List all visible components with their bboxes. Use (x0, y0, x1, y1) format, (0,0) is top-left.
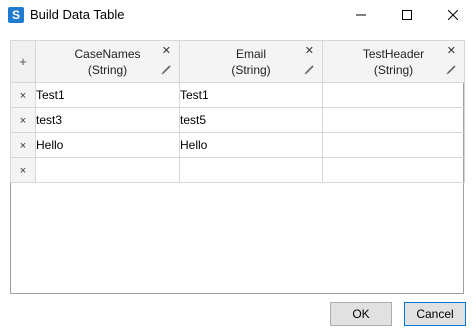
data-grid: + CaseNames (String) ✕ Email (String) ✕ … (10, 40, 465, 183)
cancel-button[interactable]: Cancel (404, 302, 466, 326)
column-header-casenames[interactable]: CaseNames (String) ✕ (35, 40, 180, 83)
table-cell[interactable]: test5 (179, 107, 323, 133)
table-cell[interactable] (179, 157, 323, 183)
column-header-testheader[interactable]: TestHeader (String) ✕ (322, 40, 465, 83)
table-cell[interactable]: test3 (35, 107, 180, 133)
column-type: (String) (231, 62, 271, 77)
column-name: CaseNames (74, 46, 141, 61)
column-name: Email (235, 46, 266, 61)
plus-icon: + (19, 53, 27, 69)
edit-column-icon[interactable] (161, 64, 172, 75)
column-name: TestHeader (362, 46, 425, 61)
close-icon (448, 10, 458, 20)
table-cell[interactable] (322, 107, 465, 133)
table-cell[interactable] (322, 132, 465, 158)
column-type: (String) (87, 62, 128, 77)
delete-row-icon: × (19, 140, 27, 152)
header-row: + CaseNames (String) ✕ Email (String) ✕ … (10, 40, 465, 83)
edit-column-icon[interactable] (304, 64, 315, 75)
table-row: × test3 test5 (10, 107, 465, 133)
maximize-button[interactable] (384, 0, 430, 30)
table-cell[interactable]: Test1 (179, 82, 323, 108)
column-header-email[interactable]: Email (String) ✕ (179, 40, 323, 83)
table-row: × Test1 Test1 (10, 82, 465, 108)
edit-column-icon[interactable] (446, 64, 457, 75)
delete-column-icon[interactable]: ✕ (447, 46, 456, 57)
minimize-icon (356, 14, 366, 16)
delete-row-button[interactable]: × (10, 157, 36, 183)
ok-button[interactable]: OK (330, 302, 392, 326)
delete-column-icon[interactable]: ✕ (162, 46, 171, 57)
table-cell[interactable] (35, 157, 180, 183)
column-type: (String) (373, 62, 414, 77)
table-cell[interactable]: Hello (179, 132, 323, 158)
minimize-button[interactable] (338, 0, 384, 30)
app-logo-icon: S (8, 7, 24, 23)
table-cell[interactable] (322, 82, 465, 108)
delete-row-icon: × (19, 115, 27, 127)
delete-row-icon: × (19, 165, 27, 177)
delete-row-button[interactable]: × (10, 107, 36, 133)
close-button[interactable] (430, 0, 474, 30)
delete-row-button[interactable]: × (10, 132, 36, 158)
table-cell[interactable]: Test1 (35, 82, 180, 108)
delete-column-icon[interactable]: ✕ (305, 46, 314, 57)
maximize-icon (402, 10, 412, 20)
table-cell[interactable]: Hello (35, 132, 180, 158)
window-title: Build Data Table (30, 7, 125, 22)
table-cell[interactable] (322, 157, 465, 183)
table-row: × (10, 157, 465, 183)
title-bar: S Build Data Table (0, 0, 474, 30)
delete-row-button[interactable]: × (10, 82, 36, 108)
add-row-button[interactable]: + (10, 40, 36, 83)
table-row: × Hello Hello (10, 132, 465, 158)
delete-row-icon: × (19, 90, 27, 102)
